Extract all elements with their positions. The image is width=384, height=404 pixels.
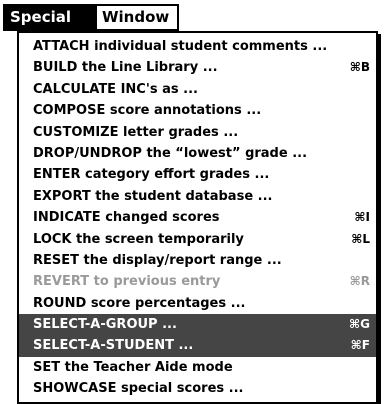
menu-item-shortcut: ⌘G bbox=[349, 317, 370, 332]
menu-item-lock-screen[interactable]: LOCK the screen temporarily ⌘L bbox=[19, 229, 376, 250]
menubar: Special Window bbox=[0, 0, 384, 31]
menu-item-indicate-changed-scores[interactable]: INDICATE changed scores ⌘I bbox=[19, 207, 376, 228]
menu-item-label: INDICATE changed scores bbox=[33, 210, 220, 226]
menu-item-shortcut: ⌘R bbox=[349, 274, 370, 289]
menu-item-round-percentages[interactable]: ROUND score percentages ... bbox=[19, 293, 376, 314]
menu-item-label: SHOWCASE special scores ... bbox=[33, 381, 244, 397]
menu-title-special[interactable]: Special bbox=[3, 4, 95, 31]
menu-item-shortcut: ⌘B bbox=[349, 60, 370, 75]
menu-item-reset-range[interactable]: RESET the display/report range ... bbox=[19, 250, 376, 271]
menu-item-label: SELECT-A-GROUP ... bbox=[33, 317, 177, 333]
menu-item-label: EXPORT the student database ... bbox=[33, 188, 273, 204]
menu-item-label: LOCK the screen temporarily bbox=[33, 231, 244, 247]
menu-item-showcase-special-scores[interactable]: SHOWCASE special scores ... bbox=[19, 378, 376, 399]
menu-item-label: ATTACH individual student comments ... bbox=[33, 39, 328, 54]
menu-item-export-database[interactable]: EXPORT the student database ... bbox=[19, 186, 376, 207]
menu-item-label: CUSTOMIZE letter grades ... bbox=[33, 124, 239, 140]
menu-item-enter-effort-grades[interactable]: ENTER category effort grades ... bbox=[19, 164, 376, 185]
menu-item-label: REVERT to previous entry bbox=[33, 274, 221, 290]
menu-item-label: DROP/UNDROP the “lowest” grade ... bbox=[33, 145, 308, 161]
menu-item-shortcut: ⌘I bbox=[354, 210, 370, 225]
menu-item-select-a-group[interactable]: SELECT-A-GROUP ... ⌘G bbox=[19, 314, 376, 336]
menu-item-label: COMPOSE score annotations ... bbox=[33, 103, 262, 119]
menu-item-compose-annotations[interactable]: COMPOSE score annotations ... bbox=[19, 100, 376, 121]
menu-item-customize-letter-grades[interactable]: CUSTOMIZE letter grades ... bbox=[19, 122, 376, 143]
menu-item-attach-comments[interactable]: ATTACH individual student comments ... bbox=[19, 36, 376, 57]
menu-item-label: ENTER category effort grades ... bbox=[33, 167, 270, 183]
menu-item-label: BUILD the Line Library ... bbox=[33, 60, 218, 76]
menu-item-select-a-student[interactable]: SELECT-A-STUDENT ... ⌘F bbox=[19, 335, 376, 357]
menu-item-label: RESET the display/report range ... bbox=[33, 252, 282, 268]
menu-item-drop-undrop-lowest[interactable]: DROP/UNDROP the “lowest” grade ... bbox=[19, 143, 376, 164]
menu-item-build-line-library[interactable]: BUILD the Line Library ... ⌘B bbox=[19, 57, 376, 78]
menu-item-label: SELECT-A-STUDENT ... bbox=[33, 338, 194, 354]
menu-title-window[interactable]: Window bbox=[95, 4, 179, 31]
menu-item-label: CALCULATE INC's as ... bbox=[33, 81, 198, 97]
menu-item-shortcut: ⌘F bbox=[350, 338, 370, 353]
menu-item-shortcut: ⌘L bbox=[351, 231, 370, 246]
menu-item-label: SET the Teacher Aide mode bbox=[33, 359, 233, 375]
menu-item-set-teacher-aide-mode[interactable]: SET the Teacher Aide mode bbox=[19, 357, 376, 378]
menu-item-label: ROUND score percentages ... bbox=[33, 295, 246, 311]
menu-item-revert-entry: REVERT to previous entry ⌘R bbox=[19, 271, 376, 292]
special-menu-dropdown: ATTACH individual student comments ... B… bbox=[17, 31, 378, 404]
menu-item-calculate-incs[interactable]: CALCULATE INC's as ... bbox=[19, 79, 376, 100]
